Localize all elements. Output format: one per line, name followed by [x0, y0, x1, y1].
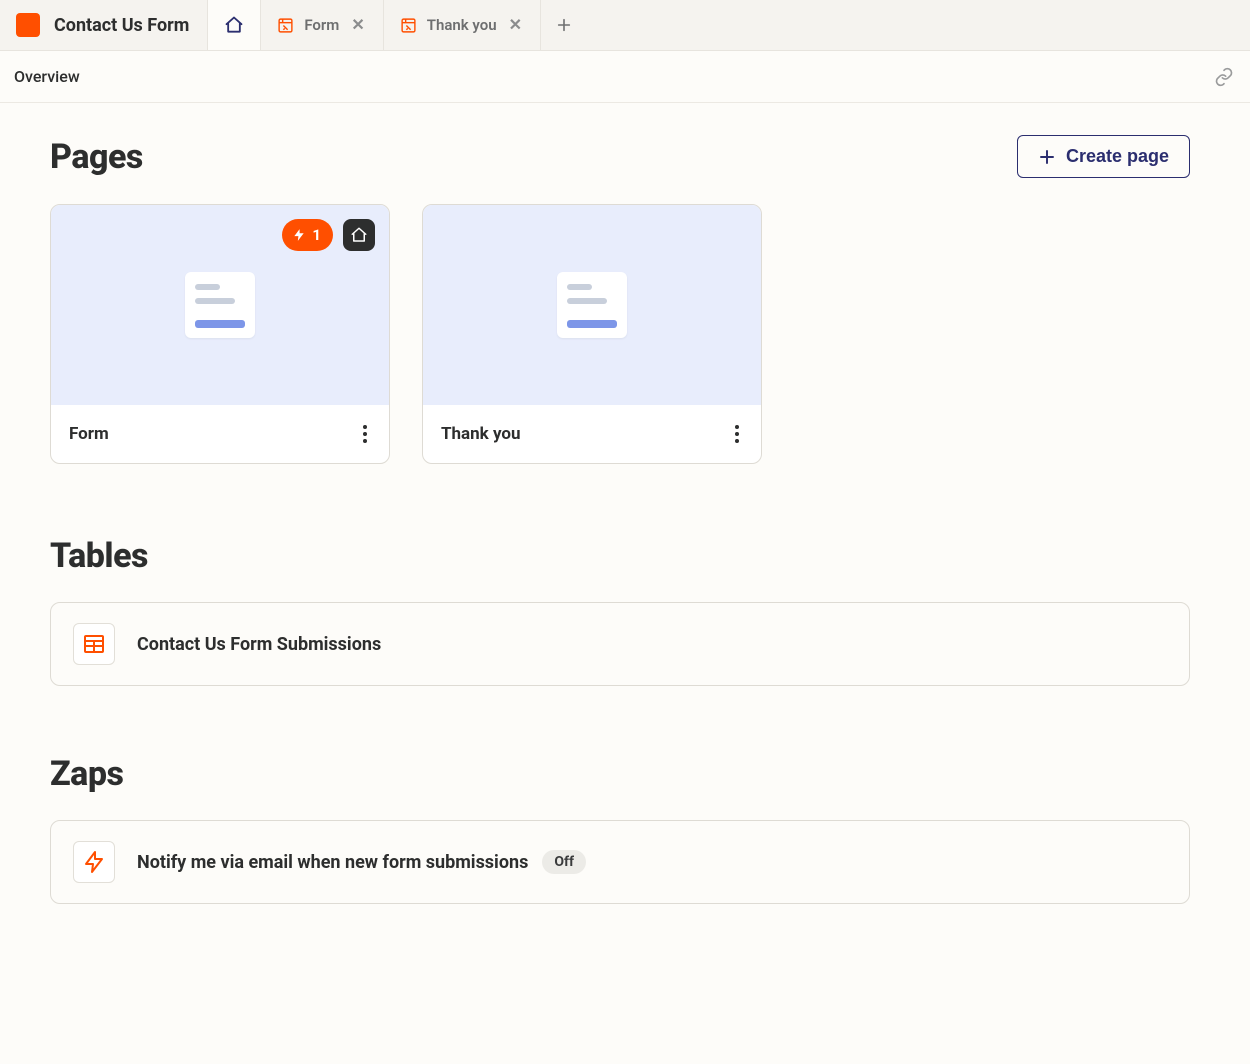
card-menu-button[interactable]: [731, 421, 743, 447]
card-menu-button[interactable]: [359, 421, 371, 447]
card-name: Thank you: [441, 424, 521, 444]
tab-label: Thank you: [427, 16, 497, 34]
page-cards: 1: [50, 204, 1190, 464]
page-title: Overview: [14, 67, 80, 86]
home-badge: [343, 219, 375, 251]
home-icon: [224, 15, 244, 35]
section-pages: Pages Create page 1: [50, 135, 1190, 464]
section-tables: Tables Contact Us Form Submissions: [50, 536, 1190, 686]
card-footer: Form: [51, 405, 389, 463]
zap-body: Notify me via email when new form submis…: [137, 850, 586, 874]
table-row[interactable]: Contact Us Form Submissions: [50, 602, 1190, 686]
doc-thumb-icon: [185, 272, 255, 338]
zap-row[interactable]: Notify me via email when new form submis…: [50, 820, 1190, 904]
card-footer: Thank you: [423, 405, 761, 463]
app-logo: [16, 13, 40, 37]
page-icon: [277, 17, 294, 34]
doc-thumb-icon: [557, 272, 627, 338]
create-page-label: Create page: [1066, 146, 1169, 167]
table-name: Contact Us Form Submissions: [137, 634, 381, 655]
tab-bar: Contact Us Form Form ✕: [0, 0, 1250, 51]
close-icon[interactable]: ✕: [349, 15, 366, 35]
page-card-form[interactable]: 1: [50, 204, 390, 464]
section-zaps: Zaps Notify me via email when new form s…: [50, 754, 1190, 904]
section-header: Pages Create page: [50, 135, 1190, 178]
table-icon: [73, 623, 115, 665]
home-icon: [350, 226, 368, 244]
section-title-tables: Tables: [50, 536, 1190, 576]
app-title-segment: Contact Us Form: [0, 0, 207, 50]
main-content: Pages Create page 1: [0, 103, 1250, 1012]
plus-icon: [1038, 148, 1056, 166]
app-title: Contact Us Form: [54, 15, 189, 36]
close-icon[interactable]: ✕: [507, 15, 524, 35]
card-preview: 1: [51, 205, 389, 405]
section-title-zaps: Zaps: [50, 754, 1190, 794]
zap-count-badge: 1: [282, 219, 333, 251]
zap-icon: [73, 841, 115, 883]
zap-count: 1: [312, 226, 321, 244]
card-name: Form: [69, 424, 109, 444]
add-tab-button[interactable]: [541, 0, 587, 50]
section-title-pages: Pages: [50, 137, 143, 177]
tab-form[interactable]: Form ✕: [261, 0, 383, 50]
bolt-icon: [292, 228, 306, 242]
create-page-button[interactable]: Create page: [1017, 135, 1190, 178]
subheader: Overview: [0, 51, 1250, 103]
status-badge: Off: [542, 850, 586, 874]
page-icon: [400, 17, 417, 34]
zap-name: Notify me via email when new form submis…: [137, 852, 528, 873]
tab-thankyou[interactable]: Thank you ✕: [384, 0, 541, 50]
tab-home[interactable]: [207, 0, 261, 50]
tab-label: Form: [304, 16, 339, 34]
link-icon[interactable]: [1214, 67, 1234, 87]
card-preview: [423, 205, 761, 405]
page-card-thankyou[interactable]: Thank you: [422, 204, 762, 464]
